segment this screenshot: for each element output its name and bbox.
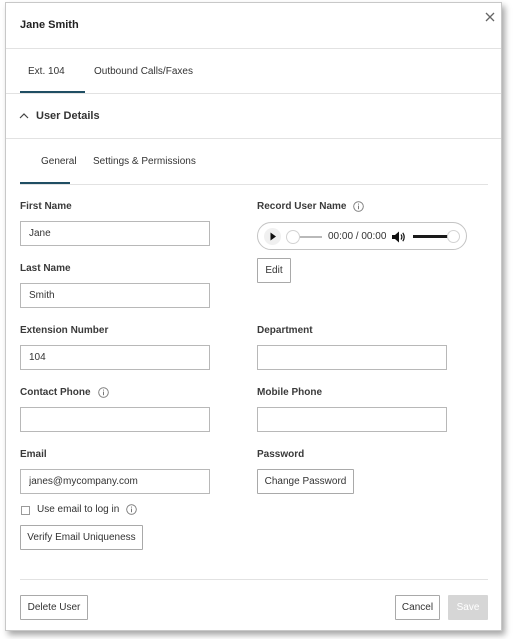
- department-field[interactable]: [257, 345, 447, 370]
- contact-phone-field[interactable]: [20, 407, 210, 432]
- footer-divider: [20, 579, 488, 580]
- info-icon[interactable]: [126, 504, 138, 515]
- subtabs-divider: [20, 184, 488, 185]
- close-icon[interactable]: [483, 10, 497, 24]
- seek-handle[interactable]: [286, 230, 300, 244]
- tab-general[interactable]: General: [41, 156, 77, 167]
- extension-number-field[interactable]: [20, 345, 210, 370]
- mobile-phone-field[interactable]: [257, 407, 447, 432]
- volume-handle[interactable]: [447, 230, 460, 243]
- chevron-up-icon: [18, 111, 30, 121]
- mobile-phone-label: Mobile Phone: [257, 387, 322, 398]
- extension-number-label: Extension Number: [20, 325, 109, 336]
- section-title: User Details: [36, 110, 100, 122]
- play-icon[interactable]: [264, 228, 281, 245]
- record-user-name-label-row: Record User Name: [257, 201, 365, 212]
- last-name-label: Last Name: [20, 263, 71, 274]
- edit-recording-button[interactable]: Edit: [257, 258, 291, 283]
- first-name-field[interactable]: [20, 221, 210, 246]
- tab-ext-104[interactable]: Ext. 104: [28, 66, 65, 77]
- audio-player: 00:00 / 00:00: [257, 222, 467, 250]
- use-email-login-label: Use email to log in: [37, 504, 120, 515]
- save-button[interactable]: Save: [448, 595, 488, 620]
- use-email-login-label-row: Use email to log in: [37, 504, 138, 515]
- tabs-divider: [6, 93, 501, 94]
- email-label: Email: [20, 449, 47, 460]
- use-email-login-checkbox[interactable]: [21, 506, 30, 515]
- department-label: Department: [257, 325, 313, 336]
- record-user-name-label: Record User Name: [257, 201, 347, 212]
- contact-phone-label-row: Contact Phone: [20, 387, 109, 398]
- last-name-field[interactable]: [20, 283, 210, 308]
- cancel-button[interactable]: Cancel: [395, 595, 440, 620]
- user-details-dialog: Jane Smith Ext. 104 Outbound Calls/Faxes…: [5, 2, 502, 631]
- audio-time: 00:00 / 00:00: [328, 231, 387, 242]
- info-icon[interactable]: [353, 201, 365, 212]
- change-password-button[interactable]: Change Password: [257, 469, 354, 494]
- section-divider: [6, 138, 501, 139]
- email-field[interactable]: [20, 469, 210, 494]
- dialog-title: Jane Smith: [20, 19, 79, 31]
- volume-icon[interactable]: [391, 230, 406, 244]
- contact-phone-label: Contact Phone: [20, 387, 91, 398]
- tab-settings-permissions[interactable]: Settings & Permissions: [93, 156, 196, 167]
- verify-email-uniqueness-button[interactable]: Verify Email Uniqueness: [20, 525, 143, 550]
- info-icon[interactable]: [97, 387, 109, 398]
- delete-user-button[interactable]: Delete User: [20, 595, 88, 620]
- first-name-label: First Name: [20, 201, 72, 212]
- tab-outbound-calls-faxes[interactable]: Outbound Calls/Faxes: [94, 66, 193, 77]
- header-divider: [6, 48, 501, 49]
- user-details-section-toggle[interactable]: User Details: [18, 110, 100, 122]
- password-label: Password: [257, 449, 305, 460]
